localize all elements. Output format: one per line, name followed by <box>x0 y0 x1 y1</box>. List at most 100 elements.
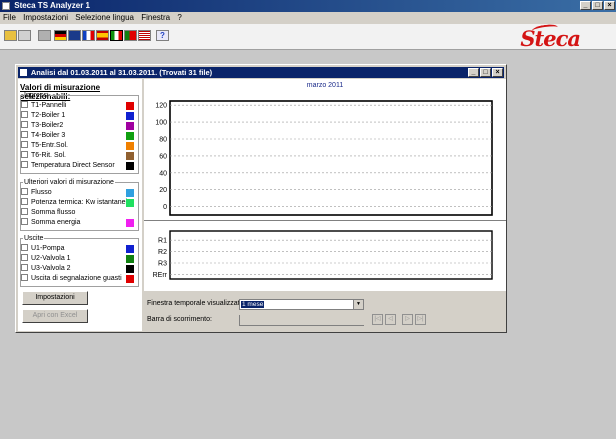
option-label: Temperatura Direct Sensor <box>31 162 115 169</box>
y-tick-label: 80 <box>159 137 167 144</box>
checkbox[interactable] <box>21 150 28 158</box>
save-icon[interactable] <box>18 30 31 41</box>
checkbox[interactable] <box>21 217 28 225</box>
option-label: Somma energia <box>31 219 81 226</box>
checkbox[interactable] <box>21 273 28 281</box>
plot-frame <box>169 230 493 280</box>
color-swatch <box>126 219 134 227</box>
help-icon[interactable]: ? <box>156 30 169 41</box>
option-label: Potenza termica: Kw istantanei <box>31 199 128 206</box>
group-legend: Ulteriori valori di misurazione <box>24 179 114 186</box>
checkbox[interactable] <box>21 100 28 108</box>
menu-help[interactable]: ? <box>177 13 181 22</box>
measurement-selection-panel: Valori di misurazione selezionabili: Ing… <box>18 79 142 331</box>
option-t1[interactable]: T1-Pannelli <box>21 100 134 111</box>
app-icon <box>2 2 10 10</box>
chart-divider <box>144 220 506 221</box>
color-swatch <box>126 112 134 120</box>
flag-de-icon[interactable] <box>54 30 67 41</box>
checkbox[interactable] <box>21 110 28 118</box>
checkbox[interactable] <box>21 160 28 168</box>
chevron-down-icon[interactable]: ▼ <box>353 300 363 309</box>
scroll-bar-label: Barra di scorrimento: <box>147 316 212 323</box>
checkbox[interactable] <box>21 120 28 128</box>
settings-button[interactable]: Impostazioni <box>22 291 88 305</box>
checkbox[interactable] <box>21 207 28 215</box>
checkbox[interactable] <box>21 197 28 205</box>
option-label: T6-Rit. Sol. <box>31 152 67 159</box>
option-label: T2-Boiler 1 <box>31 112 66 119</box>
option-label: T4-Boiler 3 <box>31 132 66 139</box>
option-t3[interactable]: T3-Boiler2 <box>21 120 134 131</box>
option-label: Uscita di segnalazione guasti <box>31 275 122 282</box>
color-swatch <box>126 199 134 207</box>
temperature-chart: 120 100 80 60 40 20 0 <box>155 100 493 216</box>
first-page-button[interactable]: |◁ <box>372 314 383 325</box>
time-controls: Finestra temporale visualizzata: 1 mese … <box>144 291 506 331</box>
app-close-button[interactable]: × <box>604 1 615 10</box>
analysis-window: Analisi dal 01.03.2011 al 31.03.2011. (T… <box>15 64 507 333</box>
scroll-bar[interactable] <box>239 315 364 326</box>
group-legend: Ingressi <box>24 92 49 99</box>
option-guasti[interactable]: Uscita di segnalazione guasti <box>21 273 134 284</box>
checkbox[interactable] <box>21 263 28 271</box>
category-label: R3 <box>158 261 167 268</box>
printer-icon[interactable] <box>38 30 51 41</box>
plot-frame <box>169 100 493 216</box>
flag-us-icon[interactable] <box>138 30 151 41</box>
category-label: R2 <box>158 249 167 256</box>
y-tick-label: 0 <box>163 204 167 211</box>
window-close-button[interactable]: × <box>492 68 503 77</box>
time-window-value: 1 mese <box>241 301 265 308</box>
next-page-button[interactable]: ▷ <box>402 314 413 325</box>
checkbox[interactable] <box>21 187 28 195</box>
checkbox[interactable] <box>21 130 28 138</box>
window-maximize-button[interactable]: □ <box>480 68 491 77</box>
checkbox[interactable] <box>21 140 28 148</box>
menu-file[interactable]: File <box>3 13 16 22</box>
flag-es-icon[interactable] <box>96 30 109 41</box>
flag-it-icon[interactable] <box>110 30 123 41</box>
y-tick-label: 40 <box>159 170 167 177</box>
flag-fr-icon[interactable] <box>82 30 95 41</box>
outputs-chart: R1 R2 R3 RErr <box>153 230 493 280</box>
option-direct-sensor[interactable]: Temperatura Direct Sensor <box>21 160 134 171</box>
open-excel-button[interactable]: Apri con Excel <box>22 309 88 323</box>
app-title-bar: Steca TS Analyzer 1 _ □ × <box>0 0 616 12</box>
option-label: Somma flusso <box>31 209 76 216</box>
menu-bar: File Impostazioni Selezione lingua Fines… <box>0 12 616 24</box>
color-swatch <box>126 245 134 253</box>
flag-uk-icon[interactable] <box>68 30 81 41</box>
option-t2[interactable]: T2-Boiler 1 <box>21 110 134 121</box>
flag-pt-icon[interactable] <box>124 30 137 41</box>
checkbox[interactable] <box>21 243 28 251</box>
y-tick-label: 20 <box>159 187 167 194</box>
option-u2[interactable]: U2-Valvola 1 <box>21 253 134 264</box>
option-label: T3-Boiler2 <box>31 122 64 129</box>
menu-selezione-lingua[interactable]: Selezione lingua <box>75 13 134 22</box>
menu-impostazioni[interactable]: Impostazioni <box>23 13 68 22</box>
option-u3[interactable]: U3-Valvola 2 <box>21 263 134 274</box>
option-label: T1-Pannelli <box>31 102 67 109</box>
last-page-button[interactable]: ▷| <box>415 314 426 325</box>
app-maximize-button[interactable]: □ <box>592 1 603 10</box>
previous-page-button[interactable]: ◁ <box>385 314 396 325</box>
menu-finestra[interactable]: Finestra <box>141 13 170 22</box>
color-swatch <box>126 142 134 150</box>
window-minimize-button[interactable]: _ <box>468 68 479 77</box>
analysis-window-title-bar: Analisi dal 01.03.2011 al 31.03.2011. (T… <box>18 67 504 78</box>
option-flusso[interactable]: Flusso <box>21 187 134 198</box>
app-minimize-button[interactable]: _ <box>580 1 591 10</box>
option-potenza[interactable]: Potenza termica: Kw istantanei <box>21 197 134 208</box>
option-somma-flusso[interactable]: Somma flusso <box>21 207 134 218</box>
checkbox[interactable] <box>21 253 28 261</box>
option-t5[interactable]: T5-Entr.Sol. <box>21 140 134 151</box>
option-t6[interactable]: T6-Rit. Sol. <box>21 150 134 161</box>
color-swatch <box>126 275 134 283</box>
time-window-select[interactable]: 1 mese ▼ <box>239 299 364 310</box>
open-folder-icon[interactable] <box>4 30 17 41</box>
option-t4[interactable]: T4-Boiler 3 <box>21 130 134 141</box>
option-u1[interactable]: U1-Pompa <box>21 243 134 254</box>
chart-title: marzo 2011 <box>306 82 344 89</box>
option-somma-energia[interactable]: Somma energia <box>21 217 134 228</box>
